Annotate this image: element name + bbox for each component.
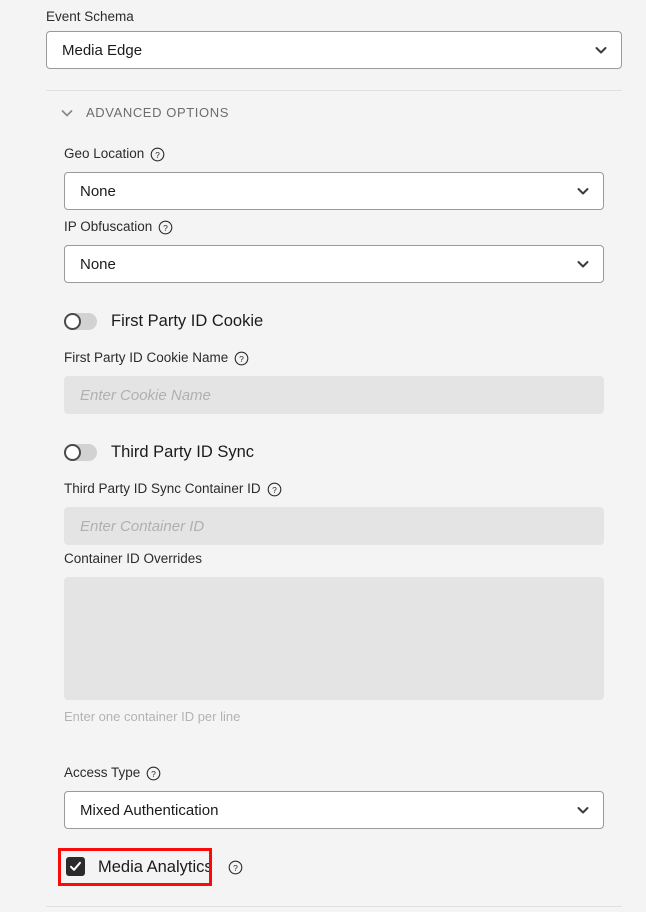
container-id-overrides-helper-text: Enter one container ID per line — [64, 709, 241, 724]
media-analytics-checkbox[interactable] — [66, 857, 85, 876]
first-party-id-cookie-switch[interactable] — [64, 312, 97, 330]
first-party-id-cookie-row[interactable]: First Party ID Cookie — [64, 312, 263, 330]
media-analytics-row[interactable]: Media Analytics — [66, 857, 213, 876]
first-party-id-cookie-label: First Party ID Cookie — [111, 312, 264, 330]
event-schema-label: Event Schema — [46, 9, 134, 25]
first-party-cookie-name-placeholder: Enter Cookie Name — [80, 386, 211, 404]
event-schema-label-text: Event Schema — [46, 9, 134, 24]
geo-location-select[interactable]: None — [64, 172, 604, 210]
help-circle-icon[interactable]: ? — [267, 482, 282, 497]
section-divider-bottom — [46, 906, 622, 907]
checkmark-icon — [70, 861, 81, 871]
event-schema-select[interactable]: Media Edge — [46, 31, 622, 69]
svg-text:?: ? — [155, 149, 160, 159]
svg-text:?: ? — [239, 353, 244, 363]
access-type-label-text: Access Type — [64, 765, 141, 780]
chevron-down-icon — [577, 807, 589, 814]
chevron-down-icon — [61, 109, 73, 116]
switch-knob — [64, 443, 81, 461]
container-id-overrides-textarea[interactable] — [64, 577, 604, 700]
third-party-container-id-label: Third Party ID Sync Container ID ? — [64, 481, 282, 497]
third-party-id-sync-row[interactable]: Third Party ID Sync — [64, 443, 254, 461]
ip-obfuscation-select[interactable]: None — [64, 245, 604, 283]
container-id-overrides-label: Container ID Overrides — [64, 551, 202, 567]
help-circle-icon[interactable]: ? — [234, 351, 249, 366]
container-id-overrides-label-text: Container ID Overrides — [64, 551, 203, 566]
chevron-down-icon — [577, 188, 589, 195]
first-party-cookie-name-label-text: First Party ID Cookie Name — [64, 350, 229, 365]
geo-location-label: Geo Location ? — [64, 146, 165, 162]
third-party-id-sync-label: Third Party ID Sync — [111, 443, 255, 461]
section-divider-top — [46, 90, 622, 91]
third-party-id-sync-switch[interactable] — [64, 443, 97, 461]
ip-obfuscation-label: IP Obfuscation ? — [64, 219, 173, 235]
third-party-container-id-label-text: Third Party ID Sync Container ID — [64, 481, 261, 496]
third-party-container-id-placeholder: Enter Container ID — [80, 517, 205, 535]
ip-obfuscation-label-text: IP Obfuscation — [64, 219, 153, 234]
geo-location-value: None — [80, 182, 116, 200]
help-circle-icon[interactable]: ? — [146, 766, 161, 781]
first-party-cookie-name-label: First Party ID Cookie Name ? — [64, 350, 249, 366]
svg-text:?: ? — [272, 484, 277, 494]
svg-text:?: ? — [151, 768, 156, 778]
third-party-container-id-input[interactable]: Enter Container ID — [64, 507, 604, 545]
ip-obfuscation-value: None — [80, 255, 116, 273]
help-circle-icon[interactable]: ? — [150, 147, 165, 162]
svg-text:?: ? — [233, 863, 238, 873]
access-type-select[interactable]: Mixed Authentication — [64, 791, 604, 829]
help-circle-icon[interactable]: ? — [228, 860, 243, 875]
access-type-label: Access Type ? — [64, 765, 161, 781]
access-type-value: Mixed Authentication — [80, 801, 219, 819]
settings-form-panel: Event Schema Media Edge ADVANCED OPTIONS… — [0, 0, 646, 912]
chevron-down-icon — [577, 261, 589, 268]
advanced-options-toggle[interactable]: ADVANCED OPTIONS — [60, 105, 229, 120]
media-analytics-label: Media Analytics — [98, 857, 213, 876]
event-schema-value: Media Edge — [62, 41, 143, 59]
first-party-cookie-name-input[interactable]: Enter Cookie Name — [64, 376, 604, 414]
switch-knob — [64, 312, 81, 330]
svg-text:?: ? — [163, 222, 168, 232]
geo-location-label-text: Geo Location — [64, 146, 145, 161]
help-circle-icon[interactable]: ? — [158, 220, 173, 235]
chevron-down-icon — [595, 47, 607, 54]
advanced-options-label: ADVANCED OPTIONS — [86, 105, 229, 120]
